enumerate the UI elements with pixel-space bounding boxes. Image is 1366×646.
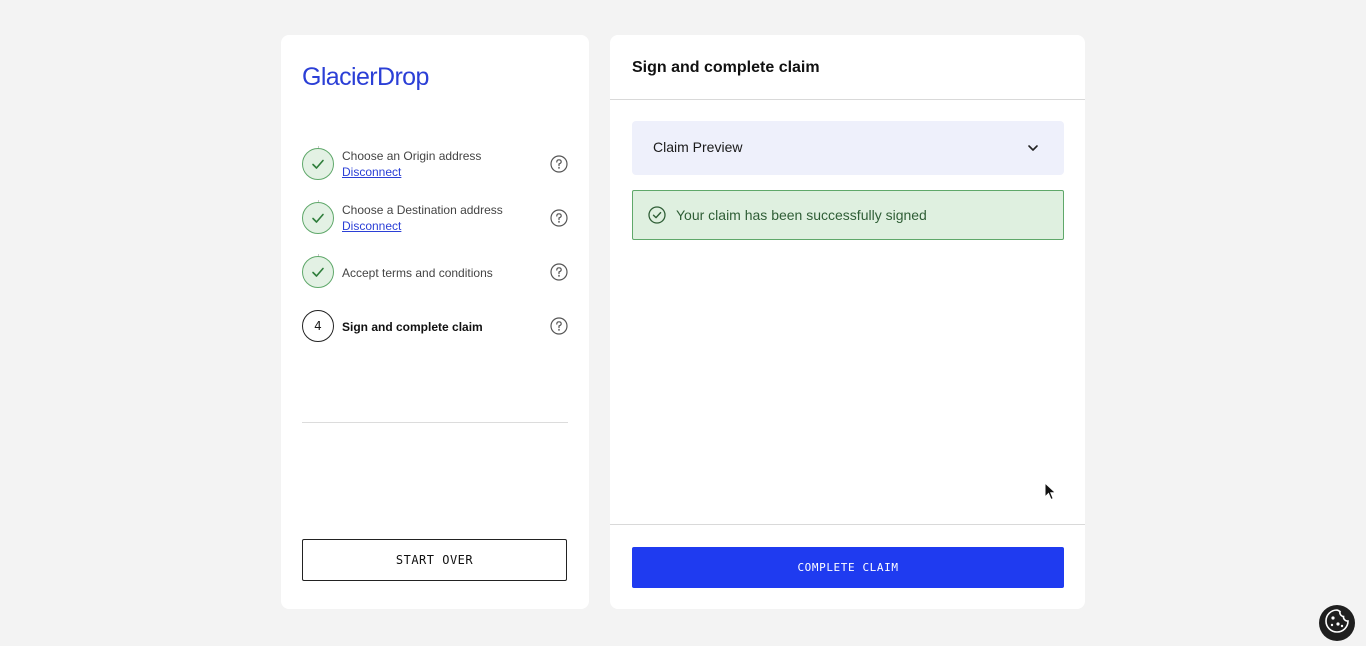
claim-preview-label: Claim Preview [653, 139, 743, 155]
step-label: Sign and complete claim [342, 320, 483, 334]
check-icon [302, 202, 334, 234]
success-message: Your claim has been successfully signed [676, 207, 927, 223]
start-over-button[interactable]: START OVER [302, 539, 567, 581]
help-circle-icon[interactable] [550, 155, 568, 173]
step-sign-and-complete: 4 Sign and complete claim [302, 310, 568, 344]
step-accept-terms: Accept terms and conditions [302, 256, 568, 290]
step-text: Choose a Destination address Disconnect [342, 202, 503, 234]
cookie-settings-button[interactable] [1319, 605, 1355, 641]
chevron-down-icon [1026, 141, 1040, 155]
step-origin-address: Choose an Origin address Disconnect [302, 148, 568, 182]
steps-panel: GlacierDrop Choose an Origin address Dis… [281, 35, 589, 609]
step-number: 4 [302, 310, 334, 342]
divider [610, 524, 1085, 525]
step-label: Accept terms and conditions [342, 266, 493, 280]
complete-claim-button[interactable]: COMPLETE CLAIM [632, 547, 1064, 588]
check-circle-icon [648, 206, 666, 224]
claim-preview-toggle[interactable]: Claim Preview [632, 121, 1064, 175]
step-destination-address: Choose a Destination address Disconnect [302, 202, 568, 236]
claim-panel: Sign and complete claim Claim Preview Yo… [610, 35, 1085, 609]
help-circle-icon[interactable] [550, 209, 568, 227]
disconnect-destination-link[interactable]: Disconnect [342, 218, 503, 234]
step-text: Sign and complete claim [342, 319, 483, 335]
mouse-cursor-icon [1044, 481, 1058, 502]
divider [302, 422, 568, 423]
step-text: Choose an Origin address Disconnect [342, 148, 481, 180]
divider [610, 99, 1085, 100]
help-circle-icon[interactable] [550, 317, 568, 335]
success-alert: Your claim has been successfully signed [632, 190, 1064, 240]
step-label: Choose a Destination address [342, 203, 503, 217]
disconnect-origin-link[interactable]: Disconnect [342, 164, 481, 180]
help-circle-icon[interactable] [550, 263, 568, 281]
glacierdrop-logo: GlacierDrop [302, 63, 429, 91]
cookie-icon [1323, 607, 1351, 640]
check-icon [302, 256, 334, 288]
page-title: Sign and complete claim [632, 59, 820, 76]
check-icon [302, 148, 334, 180]
step-label: Choose an Origin address [342, 149, 482, 163]
step-text: Accept terms and conditions [342, 265, 493, 281]
